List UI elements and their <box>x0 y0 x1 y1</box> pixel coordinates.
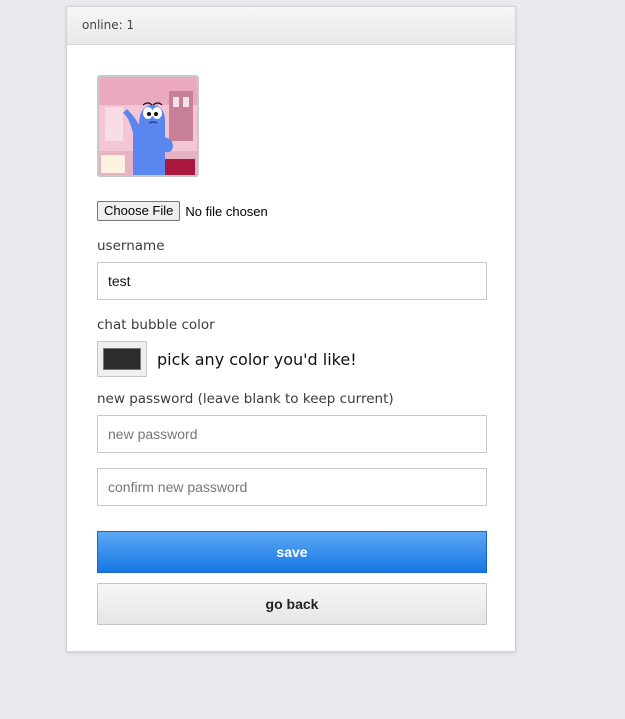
username-label: username <box>97 238 165 254</box>
file-upload: Choose File No file chosen <box>97 201 487 221</box>
username-input[interactable] <box>97 262 487 300</box>
password-label: new password (leave blank to keep curren… <box>97 391 394 407</box>
color-picker[interactable] <box>97 341 147 377</box>
save-button[interactable]: save <box>97 531 487 573</box>
avatar-image <box>99 77 197 175</box>
color-hint: pick any color you'd like! <box>157 349 357 369</box>
settings-panel: online: 1 Choose File No file chosen use… <box>66 6 516 652</box>
new-password-input[interactable] <box>97 415 487 453</box>
online-count: online: 1 <box>82 18 135 32</box>
color-label: chat bubble color <box>97 317 215 333</box>
confirm-password-input[interactable] <box>97 468 487 506</box>
file-status: No file chosen <box>185 203 268 219</box>
panel-header: online: 1 <box>67 7 515 45</box>
go-back-button[interactable]: go back <box>97 583 487 625</box>
avatar[interactable] <box>97 75 199 177</box>
color-row: pick any color you'd like! <box>97 341 487 377</box>
profile-form: Choose File No file chosen username chat… <box>97 75 487 625</box>
choose-file-button[interactable]: Choose File <box>97 201 181 221</box>
color-swatch-fill <box>103 348 141 370</box>
